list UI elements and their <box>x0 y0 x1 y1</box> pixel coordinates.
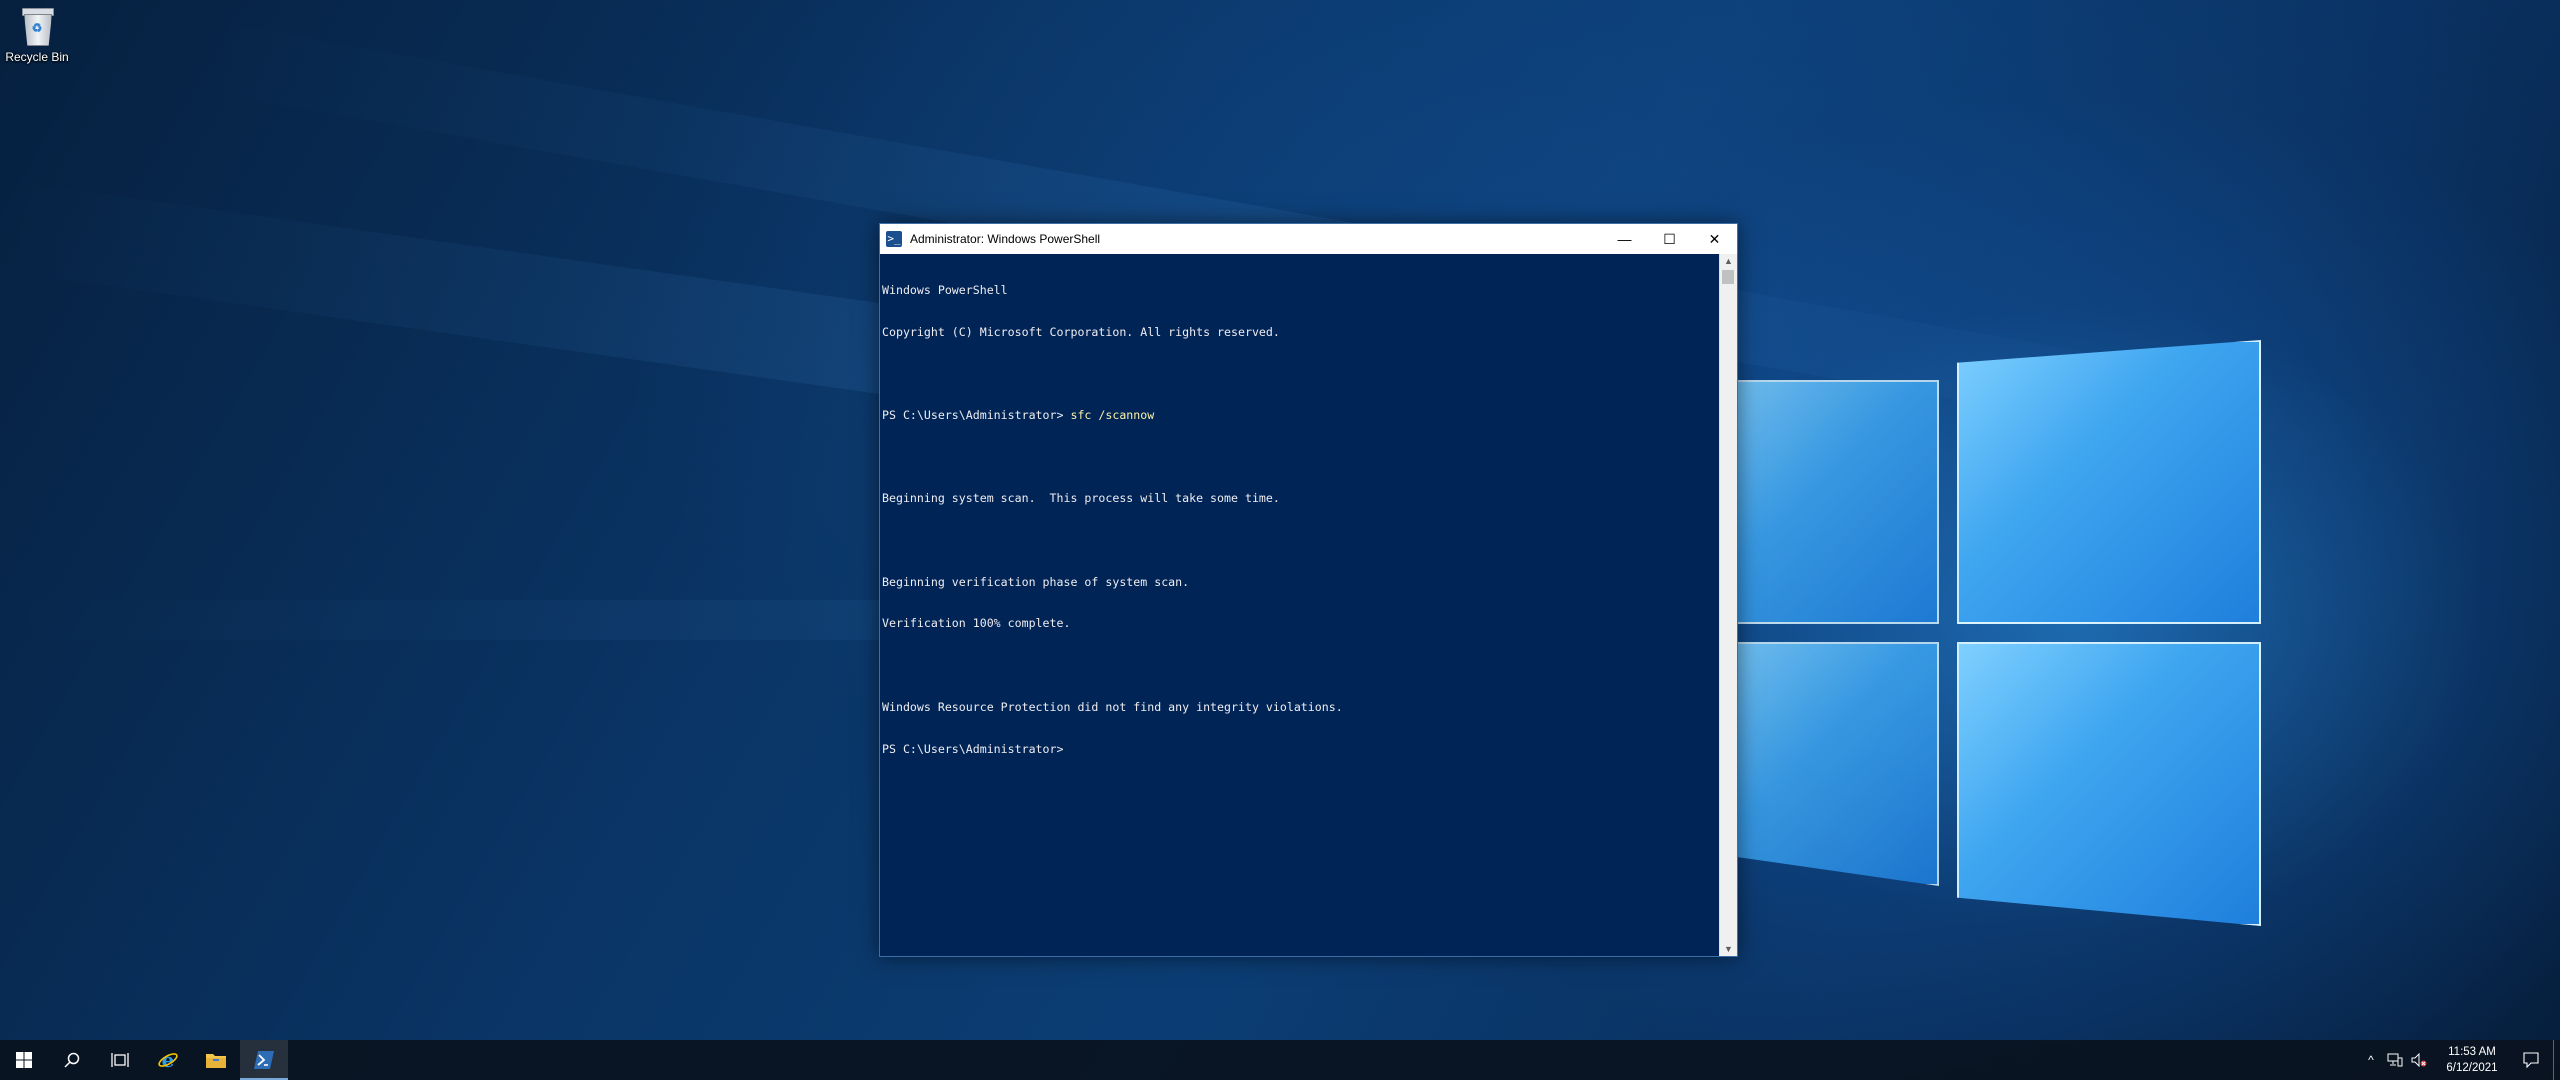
maximize-button[interactable]: ☐ <box>1647 224 1692 254</box>
logo-pane-top-left <box>1735 380 1939 624</box>
desktop: ♻ Recycle Bin >_ Administrator: Windows … <box>0 0 2560 1080</box>
windows-start-icon <box>16 1052 32 1068</box>
taskbar: e ^ 11:53 AM 6/12/2021 <box>0 1040 2560 1080</box>
logo-pane-top-right <box>1957 340 2261 624</box>
svg-text:e: e <box>162 1049 175 1071</box>
folder-icon <box>206 1054 226 1068</box>
recycle-bin-icon: ♻ <box>20 6 54 46</box>
clock[interactable]: 11:53 AM 6/12/2021 <box>2431 1044 2513 1076</box>
console-line: Verification 100% complete. <box>882 616 1071 631</box>
minimize-button[interactable]: — <box>1602 224 1647 254</box>
console-line-command: PS C:\Users\Administrator> sfc /scannow <box>882 407 1718 423</box>
console-line: Copyright (C) Microsoft Corporation. All… <box>882 324 1280 339</box>
start-button[interactable] <box>0 1040 48 1080</box>
prompt: PS C:\Users\Administrator> <box>882 407 1071 422</box>
system-tray: ^ 11:53 AM 6/12/2021 <box>2359 1040 2560 1080</box>
desktop-icon-recycle-bin[interactable]: ♻ Recycle Bin <box>4 6 70 64</box>
powershell-window[interactable]: >_ Administrator: Windows PowerShell — ☐… <box>879 223 1738 957</box>
console-line: Windows PowerShell <box>882 282 1008 297</box>
vertical-scrollbar[interactable]: ▲ ▼ <box>1719 254 1737 956</box>
close-button[interactable]: ✕ <box>1692 224 1737 254</box>
logo-pane-bottom-right <box>1957 642 2261 926</box>
clock-time: 11:53 AM <box>2448 1046 2496 1058</box>
internet-explorer-icon: e <box>158 1049 178 1071</box>
console-line: Windows Resource Protection did not find… <box>882 699 1343 714</box>
search-icon <box>64 1052 80 1068</box>
internet-explorer-button[interactable]: e <box>144 1040 192 1080</box>
task-view-icon <box>111 1053 129 1067</box>
minimize-icon: — <box>1617 231 1632 247</box>
powershell-taskbar-button[interactable] <box>240 1040 288 1080</box>
window-titlebar[interactable]: >_ Administrator: Windows PowerShell — ☐… <box>880 224 1737 254</box>
volume-muted-icon[interactable] <box>2407 1040 2431 1080</box>
console-output[interactable]: Windows PowerShell Copyright (C) Microso… <box>880 254 1718 956</box>
network-icon[interactable] <box>2383 1040 2407 1080</box>
clock-date: 6/12/2021 <box>2446 1062 2498 1074</box>
desktop-icon-label: Recycle Bin <box>5 50 69 64</box>
scroll-down-icon[interactable]: ▼ <box>1720 942 1737 956</box>
scroll-up-icon[interactable]: ▲ <box>1720 254 1737 268</box>
logo-pane-bottom-left <box>1735 642 1939 886</box>
chevron-up-icon[interactable]: ^ <box>2359 1040 2383 1080</box>
notification-icon[interactable] <box>2513 1040 2549 1080</box>
scrollbar-thumb[interactable] <box>1722 270 1734 284</box>
console-prompt-line[interactable]: PS C:\Users\Administrator> <box>882 742 1718 757</box>
window-title: Administrator: Windows PowerShell <box>910 232 1101 246</box>
close-icon: ✕ <box>1708 230 1721 247</box>
search-button[interactable] <box>48 1040 96 1080</box>
command-text: sfc /scannow <box>1070 407 1155 422</box>
windows-logo-wallpaper <box>1735 340 2275 940</box>
powershell-icon[interactable]: >_ <box>886 231 902 247</box>
maximize-icon: ☐ <box>1663 230 1676 247</box>
powershell-icon <box>254 1051 274 1069</box>
console-line: Beginning system scan. This process will… <box>882 491 1280 506</box>
file-explorer-button[interactable] <box>192 1040 240 1080</box>
show-desktop-button[interactable] <box>2553 1040 2560 1080</box>
console-line: Beginning verification phase of system s… <box>882 574 1190 589</box>
task-view-button[interactable] <box>96 1040 144 1080</box>
